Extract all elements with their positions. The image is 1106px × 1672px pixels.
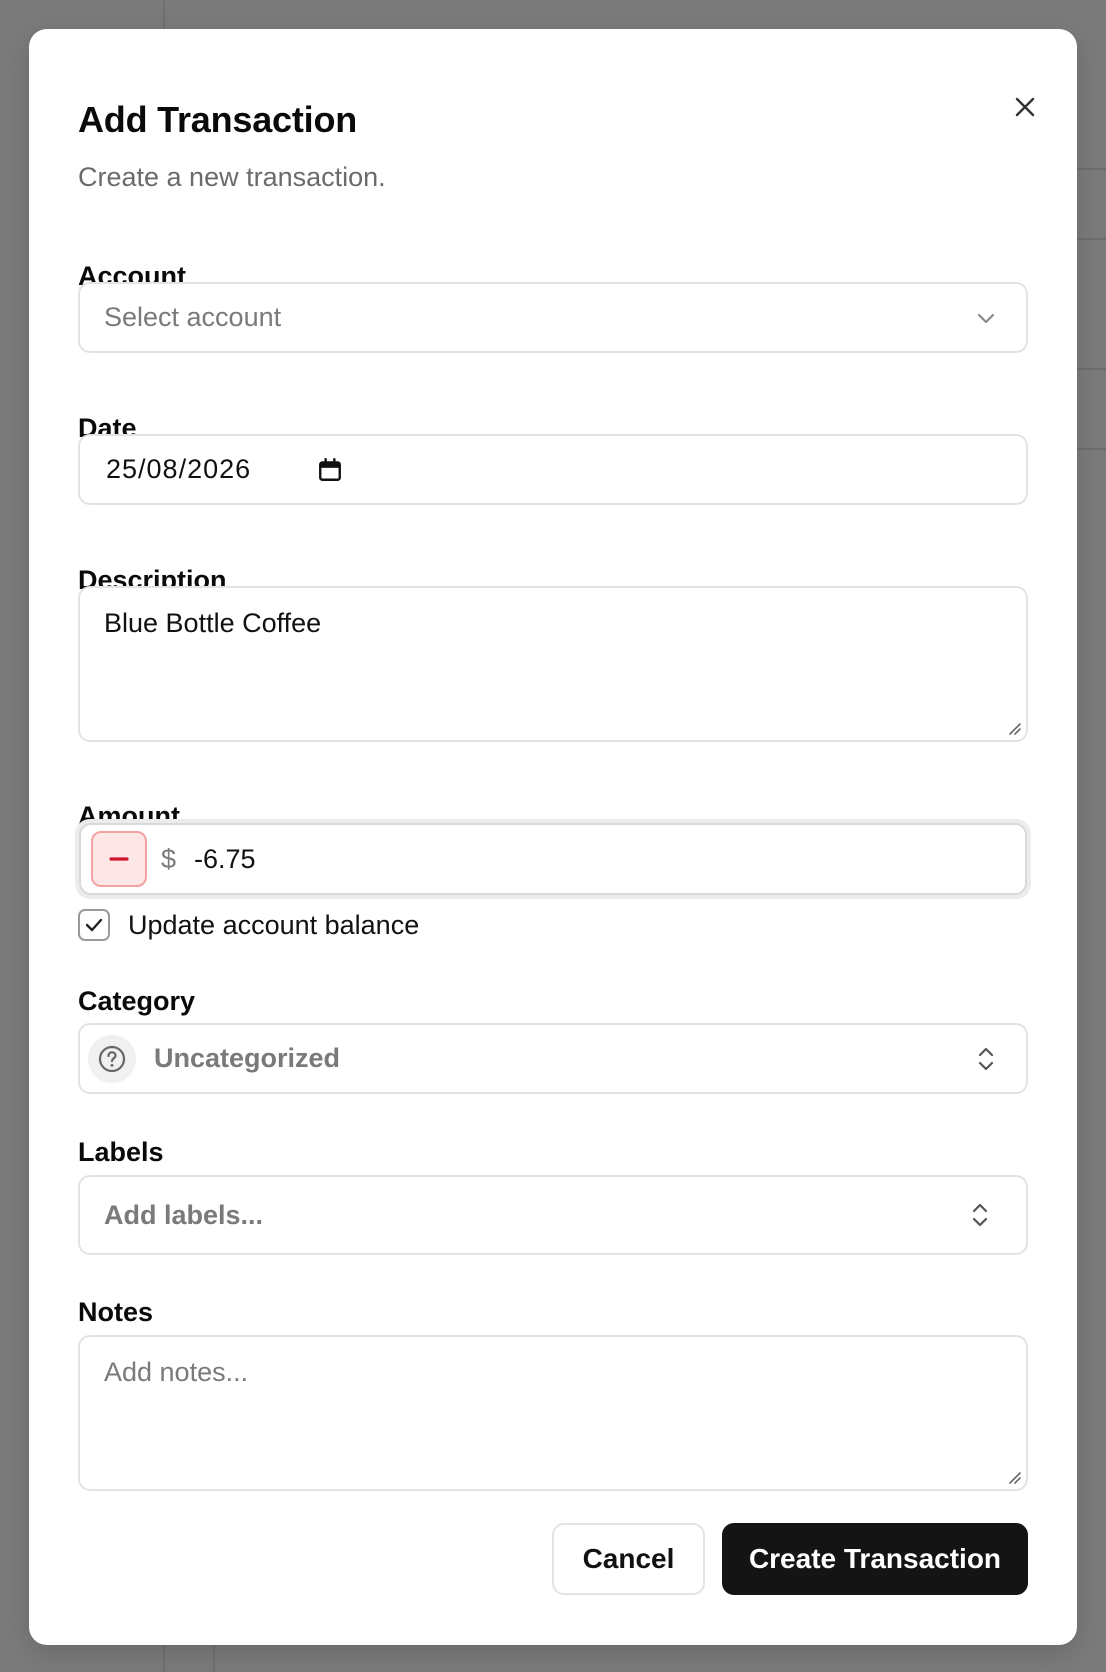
labels-label: Labels bbox=[78, 1137, 164, 1167]
question-circle-icon bbox=[98, 1045, 126, 1072]
update-balance-checkbox[interactable] bbox=[78, 909, 110, 941]
calendar-icon bbox=[319, 457, 342, 481]
backdrop-divider bbox=[1077, 368, 1106, 370]
description-value: Blue Bottle Coffee bbox=[104, 608, 322, 638]
add-transaction-dialog: Add Transaction Create a new transaction… bbox=[29, 29, 1077, 1645]
create-transaction-button[interactable]: Create Transaction bbox=[722, 1523, 1028, 1595]
notes-label: Notes bbox=[78, 1297, 154, 1327]
chevron-up-down-icon bbox=[972, 1203, 988, 1227]
dialog-title: Add Transaction bbox=[78, 99, 358, 140]
date-value: 25/08/2026 bbox=[106, 454, 252, 484]
amount-sign-toggle[interactable] bbox=[91, 831, 147, 887]
date-input[interactable]: 25/08/2026 bbox=[78, 434, 1028, 505]
amount-value: -6.75 bbox=[194, 843, 256, 874]
account-select[interactable]: Select account bbox=[78, 282, 1028, 353]
minus-icon bbox=[109, 857, 129, 861]
amount-focus-ring: $ -6.75 bbox=[75, 819, 1031, 899]
resize-handle-icon[interactable] bbox=[1006, 1469, 1022, 1485]
dialog-subtitle: Create a new transaction. bbox=[78, 162, 386, 192]
chevron-up-down-icon bbox=[978, 1047, 994, 1070]
resize-handle-icon[interactable] bbox=[1006, 720, 1022, 736]
description-textarea[interactable]: Blue Bottle Coffee bbox=[78, 586, 1028, 742]
backdrop-divider bbox=[1077, 448, 1106, 450]
chevron-down-icon bbox=[977, 313, 995, 323]
check-icon bbox=[85, 918, 103, 932]
labels-select[interactable]: Add labels... bbox=[78, 1175, 1028, 1255]
backdrop-divider bbox=[1077, 168, 1106, 170]
notes-textarea[interactable]: Add notes... bbox=[78, 1335, 1028, 1491]
cancel-button[interactable]: Cancel bbox=[552, 1523, 705, 1595]
close-button[interactable] bbox=[1009, 91, 1041, 123]
category-label: Category bbox=[78, 986, 196, 1016]
account-placeholder: Select account bbox=[104, 302, 282, 332]
category-icon-badge bbox=[88, 1034, 136, 1083]
backdrop-divider bbox=[1077, 238, 1106, 240]
update-balance-label: Update account balance bbox=[128, 909, 420, 940]
category-value: Uncategorized bbox=[154, 1043, 341, 1073]
category-select[interactable]: Uncategorized bbox=[78, 1023, 1028, 1094]
amount-input[interactable]: $ -6.75 bbox=[79, 823, 1027, 895]
notes-placeholder: Add notes... bbox=[104, 1357, 249, 1387]
close-icon bbox=[1015, 97, 1035, 117]
currency-symbol: $ bbox=[161, 843, 177, 874]
update-balance-row[interactable]: Update account balance bbox=[78, 909, 419, 941]
labels-placeholder: Add labels... bbox=[104, 1199, 264, 1230]
date-picker-button[interactable] bbox=[317, 457, 343, 483]
